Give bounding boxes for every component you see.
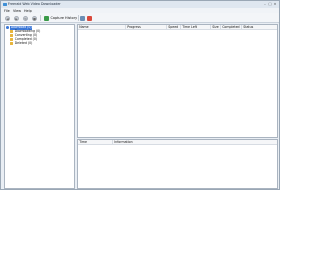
- window-title: Freeraid Web Video Downloader: [8, 2, 61, 7]
- capture-history-label: Capture History: [50, 16, 78, 20]
- download-list: Name Progress Speed Time Left Size Compl…: [77, 24, 278, 138]
- toolbar-separator: [78, 15, 79, 21]
- main-window: Freeraid Web Video Downloader – □ × File…: [0, 0, 280, 190]
- menu-help[interactable]: Help: [24, 9, 32, 13]
- forward-button[interactable]: ▶: [14, 15, 19, 21]
- tree-item-label: Deleted (0): [14, 41, 33, 45]
- menu-file[interactable]: File: [4, 9, 10, 13]
- back-arrow-icon: ◀: [6, 16, 9, 21]
- delete-icon[interactable]: [87, 15, 92, 21]
- close-button[interactable]: ×: [273, 2, 277, 7]
- download-icon: [6, 26, 10, 30]
- column-header-completed[interactable]: Completed: [221, 25, 242, 30]
- forward-arrow-icon: ▶: [15, 16, 18, 21]
- maximize-button[interactable]: □: [268, 2, 272, 7]
- menu-view[interactable]: View: [13, 9, 21, 13]
- folder-icon: [10, 34, 14, 38]
- folder-icon: [10, 30, 14, 34]
- stop-icon: ■: [33, 16, 36, 21]
- refresh-button[interactable]: ↻: [23, 15, 28, 21]
- log-panel: Time Information: [77, 139, 278, 189]
- folder-icon: [10, 42, 14, 46]
- settings-icon[interactable]: [80, 15, 85, 21]
- column-header-time-left[interactable]: Time Left: [181, 25, 211, 30]
- log-panel-header: Time Information: [78, 140, 277, 145]
- column-header-progress[interactable]: Progress: [126, 25, 167, 30]
- column-header-size[interactable]: Size: [211, 25, 221, 30]
- app-icon: [3, 2, 7, 7]
- toolbar-separator: [40, 15, 41, 21]
- title-bar: Freeraid Web Video Downloader – □ ×: [1, 1, 279, 8]
- folder-icon: [10, 38, 14, 42]
- capture-history-button[interactable]: Capture History: [44, 15, 77, 21]
- download-list-header: Name Progress Speed Time Left Size Compl…: [78, 25, 277, 30]
- toolbar: ◀ ▶ ↻ ■ Capture History: [1, 13, 279, 23]
- back-button[interactable]: ◀: [5, 15, 10, 21]
- category-tree: Download (0) Downloading (0) Converting …: [4, 24, 75, 189]
- capture-icon: [44, 15, 49, 21]
- minimize-button[interactable]: –: [263, 2, 267, 7]
- column-header-speed[interactable]: Speed: [167, 25, 181, 30]
- stop-button[interactable]: ■: [32, 15, 37, 21]
- column-header-information[interactable]: Information: [113, 140, 277, 145]
- column-header-name[interactable]: Name: [78, 25, 126, 30]
- column-header-status[interactable]: Status: [242, 25, 277, 30]
- refresh-icon: ↻: [24, 16, 27, 21]
- column-header-time[interactable]: Time: [78, 140, 113, 145]
